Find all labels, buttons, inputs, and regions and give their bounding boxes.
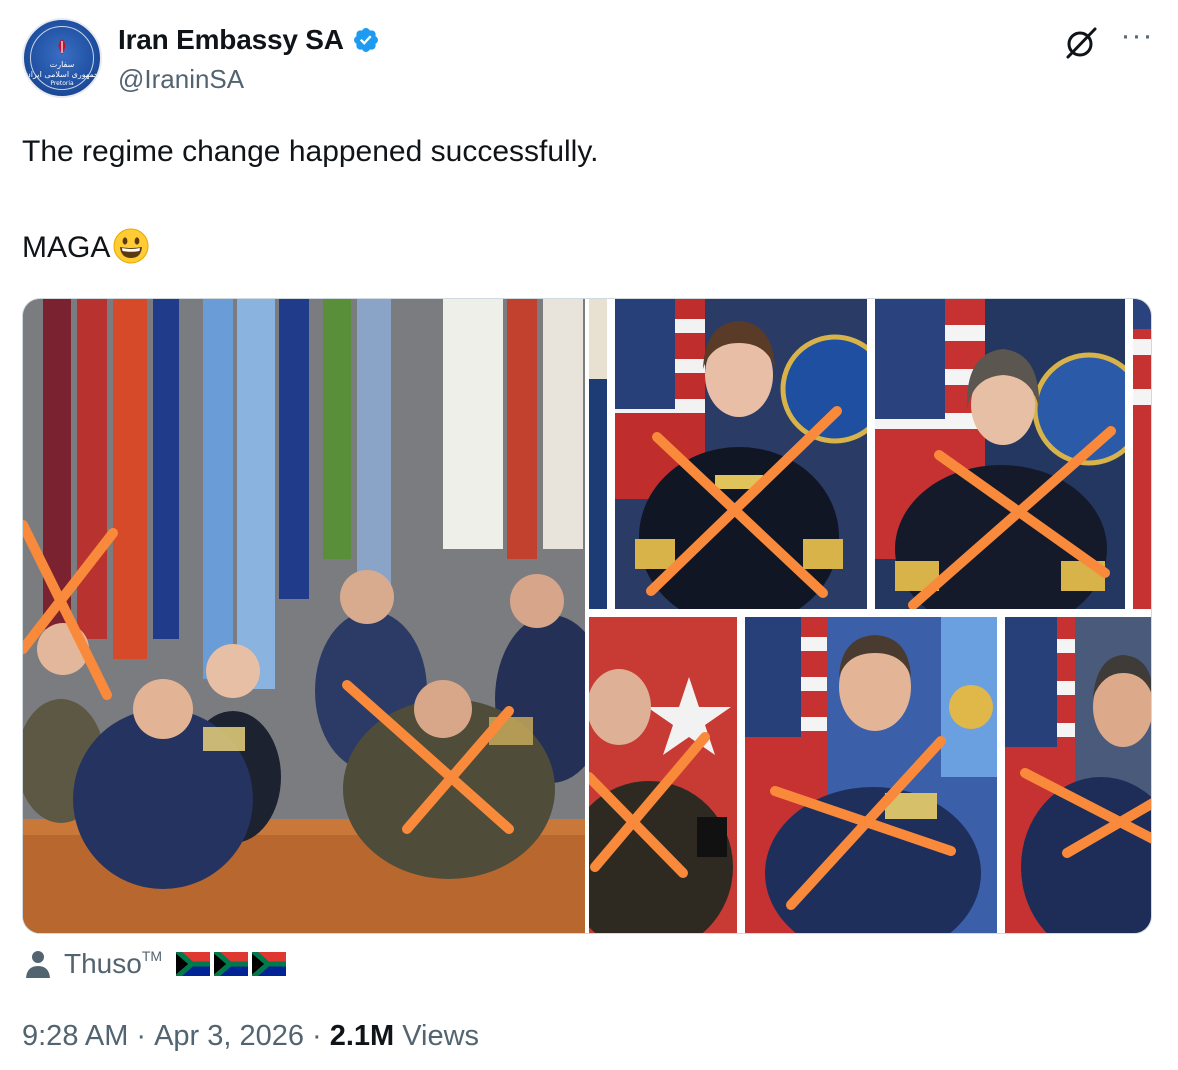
flags-group — [176, 952, 287, 976]
media-image-officer-5[interactable] — [1005, 617, 1151, 933]
officer-portrait-image — [615, 299, 867, 609]
tweet-date[interactable]: Apr 3, 2026 — [154, 1020, 304, 1053]
media-image-group[interactable] — [23, 299, 585, 933]
media-image-officer-4[interactable] — [745, 617, 997, 933]
partial-photo-image — [1133, 299, 1151, 609]
tweet-line-2: MAGA — [22, 224, 1152, 272]
avatar-seal-script: سفارت جمهوری اسلامی ایران — [24, 60, 100, 79]
group-photo-image — [23, 299, 585, 933]
display-name[interactable]: Iran Embassy SA — [118, 24, 344, 56]
name-row: Iran Embassy SA — [118, 24, 380, 56]
tagged-user-name[interactable]: ThusoTM — [64, 948, 162, 980]
grinning-face-icon — [113, 228, 149, 264]
officer-portrait-image — [875, 299, 1125, 609]
views-count[interactable]: 2.1M — [330, 1020, 394, 1053]
media-grid[interactable] — [22, 298, 1152, 934]
tweet-line-1: The regime change happened successfully. — [22, 135, 599, 168]
tweet-text: The regime change happened successfully.… — [22, 128, 1152, 272]
views-label[interactable]: Views — [402, 1020, 479, 1053]
media-image-officer-1[interactable] — [615, 299, 867, 609]
more-options-icon[interactable]: ··· — [1116, 21, 1158, 56]
tagged-user-row[interactable]: ThusoTM — [22, 944, 287, 984]
south-africa-flag-icon — [176, 952, 211, 976]
embassy-seal-icon — [58, 39, 66, 55]
media-image-partial-1[interactable] — [589, 299, 607, 609]
trademark-sign: TM — [141, 948, 163, 964]
tweet-header: سفارت جمهوری اسلامی ایران Pretoria Iran E… — [22, 18, 1158, 100]
tweet-line-2-text: MAGA — [22, 231, 111, 264]
tweet-meta: 9:28 AM · Apr 3, 2026 · 2.1M Views — [22, 1016, 479, 1056]
south-africa-flag-icon — [252, 952, 287, 976]
officer-portrait-image — [745, 617, 997, 933]
tweet-time[interactable]: 9:28 AM — [22, 1020, 128, 1053]
tagged-user-name-text: Thuso — [64, 948, 142, 979]
media-image-partial-2[interactable] — [1133, 299, 1151, 609]
media-image-officer-3[interactable] — [589, 617, 737, 933]
meta-separator: · — [312, 1019, 322, 1052]
tweet-spacer — [22, 176, 1152, 224]
media-image-officer-2[interactable] — [875, 299, 1125, 609]
officer-portrait-image — [1005, 617, 1151, 933]
verified-badge-icon — [353, 28, 378, 52]
person-icon — [26, 951, 50, 978]
partial-photo-image — [589, 299, 607, 609]
grok-icon[interactable] — [1062, 24, 1100, 62]
account-handle[interactable]: @IraninSA — [118, 64, 244, 95]
south-africa-flag-icon — [214, 952, 249, 976]
officer-portrait-image — [589, 617, 737, 933]
avatar-seal-bottom: Pretoria — [50, 80, 74, 87]
meta-separator: · — [136, 1019, 147, 1052]
avatar[interactable]: سفارت جمهوری اسلامی ایران Pretoria — [22, 18, 102, 98]
